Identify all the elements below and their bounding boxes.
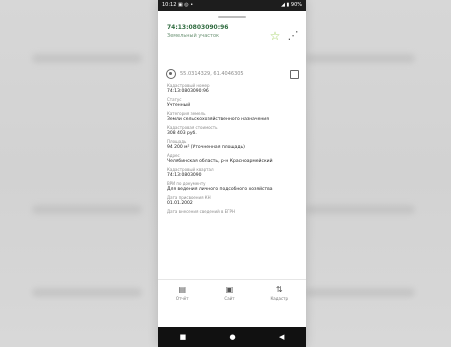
header-actions: ☆ ⋰ — [269, 30, 299, 43]
sheet-header: 74:13:0803090:96 Земельный участок ☆ ⋰ — [167, 24, 299, 58]
field-label: Дата присвоения КН — [167, 195, 211, 200]
bottom-sheet: 74:13:0803090:96 Земельный участок ☆ ⋰ 5… — [158, 11, 306, 307]
star-icon[interactable]: ☆ — [269, 30, 281, 42]
background-text — [32, 54, 142, 63]
field-label: Адрес — [167, 153, 180, 158]
field-value: 74:13:0803090 — [167, 173, 202, 178]
coordinates-row: 55.0314329, 61.4046305 — [166, 67, 299, 81]
field-value: 308 403 руб. — [167, 131, 197, 136]
list-item: Площадь 94 200 м² (Уточненная площадь) — [167, 139, 298, 150]
list-item: Адрес Челябинская область, р-н Красноарм… — [167, 153, 298, 164]
field-label: Кадастровая стоимость — [167, 125, 218, 130]
nav-report[interactable]: ▤ Отчёт — [175, 285, 189, 302]
list-item: Дата присвоения КН 01.01.2002 — [167, 195, 298, 206]
details-list: Кадастровый номер 74:13:0803090:96 Стату… — [167, 83, 298, 274]
list-item: Категория земель Земли сельскохозяйствен… — [167, 111, 298, 122]
field-value: 94 200 м² (Уточненная площадь) — [167, 145, 245, 150]
list-item: Дата внесения сведений в ЕГРН — [167, 209, 298, 214]
share-icon[interactable]: ⋰ — [287, 30, 299, 42]
document-icon: ▣ — [225, 285, 234, 294]
field-label: ВРИ по документу — [167, 181, 206, 186]
field-value: Учтенный — [167, 103, 191, 108]
field-value: 01.01.2002 — [167, 201, 193, 206]
home-icon[interactable]: ● — [230, 333, 236, 341]
drag-handle[interactable] — [218, 16, 246, 18]
report-icon: ▤ — [178, 285, 187, 294]
list-item: Статус Учтенный — [167, 97, 298, 108]
background-text — [305, 54, 415, 63]
target-icon — [166, 69, 176, 79]
field-value: 74:13:0803090:96 — [167, 89, 209, 94]
bottom-navigation: ▤ Отчёт ▣ Сайт ⇅ Кадастр — [158, 279, 306, 307]
background-text — [305, 205, 415, 214]
field-label: Кадастровый квартал — [167, 167, 214, 172]
back-icon[interactable]: ◀ — [279, 333, 284, 341]
map-icon: ⇅ — [275, 285, 283, 294]
copy-icon[interactable] — [290, 69, 299, 79]
background-text — [32, 205, 142, 214]
list-item: Кадастровый квартал 74:13:0803090 — [167, 167, 298, 178]
system-navigation: ■ ● ◀ — [158, 327, 306, 347]
nav-site[interactable]: ▣ Сайт — [224, 285, 235, 302]
background-text — [32, 288, 142, 297]
field-label: Кадастровый номер — [167, 83, 210, 88]
nav-label: Сайт — [224, 296, 235, 301]
field-value: Для ведения личного подсобного хозяйства — [167, 187, 273, 192]
list-item: Кадастровый номер 74:13:0803090:96 — [167, 83, 298, 94]
field-label: Категория земель — [167, 111, 206, 116]
field-label: Площадь — [167, 139, 187, 144]
nav-label: Кадастр — [270, 296, 289, 301]
nav-cadastre[interactable]: ⇅ Кадастр — [270, 285, 289, 302]
status-bar: 10:12 ▣ ◎ • ◢ ▮ 90% — [158, 0, 306, 11]
status-left: 10:12 ▣ ◎ • — [162, 2, 194, 8]
field-label: Статус — [167, 97, 182, 102]
list-item: ВРИ по документу Для ведения личного под… — [167, 181, 298, 192]
phone-screen: 10:12 ▣ ◎ • ◢ ▮ 90% 74:13:0803090:96 Зем… — [158, 0, 306, 347]
recent-apps-icon[interactable]: ■ — [180, 333, 187, 341]
field-label: Дата внесения сведений в ЕГРН — [167, 209, 235, 214]
background-text — [305, 288, 415, 297]
coordinates-text[interactable]: 55.0314329, 61.4046305 — [180, 71, 244, 77]
status-right: ◢ ▮ 90% — [281, 2, 302, 8]
field-value: Земли сельскохозяйственного назначения — [167, 117, 269, 122]
list-item: Кадастровая стоимость 308 403 руб. — [167, 125, 298, 136]
field-value: Челябинская область, р-н Красноармейский — [167, 159, 273, 164]
nav-label: Отчёт — [175, 296, 189, 301]
